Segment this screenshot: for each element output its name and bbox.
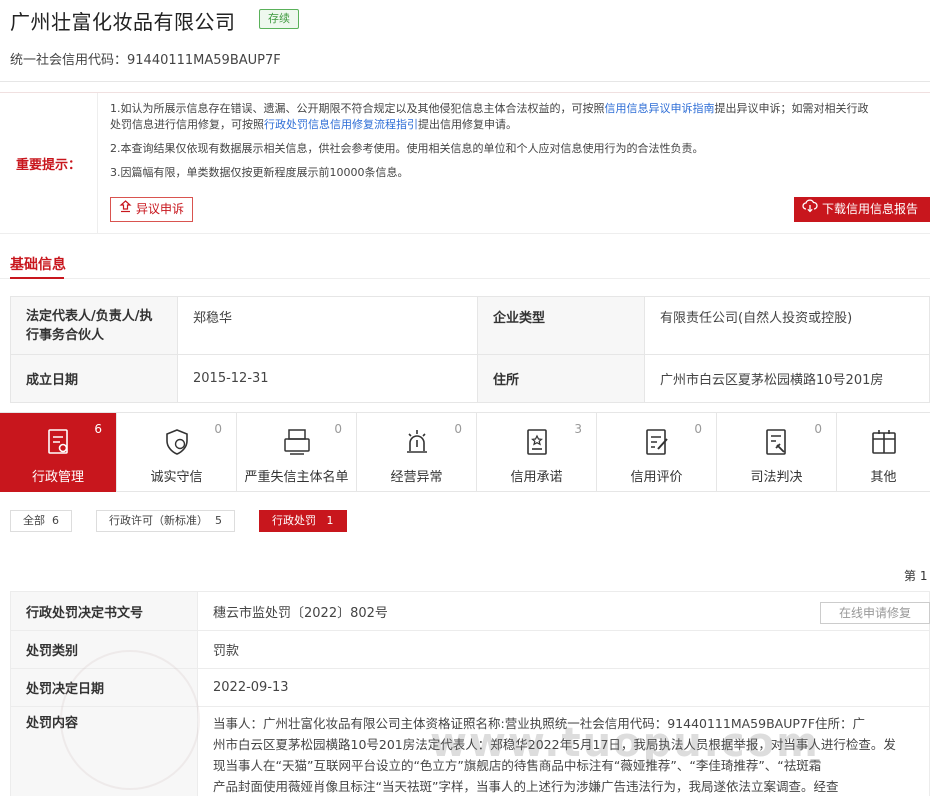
tab-label: 严重失信主体名单	[244, 470, 349, 485]
tab-admin-management[interactable]: 6 行政管理	[0, 413, 117, 492]
download-button-label: 下载信用信息报告	[822, 202, 919, 216]
filter-label: 全部	[23, 514, 45, 527]
tab-credit-commitment[interactable]: 3 信用承诺	[477, 413, 597, 492]
divider	[0, 81, 930, 82]
commitment-icon	[522, 427, 552, 457]
category-label: 处罚类别	[10, 630, 198, 669]
tab-honest[interactable]: 0 诚实守信	[117, 413, 237, 492]
tab-dishonest-list[interactable]: 0 严重失信主体名单	[237, 413, 357, 492]
tab-label: 经营异常	[390, 470, 443, 485]
repair-guide-link[interactable]: 行政处罚信息信用修复流程指引	[264, 118, 418, 131]
tab-label: 司法判决	[750, 470, 803, 485]
status-badge: 存续	[259, 9, 299, 29]
notice-line2: 2.本查询结果仅依现有数据展示相关信息，供社会参考使用。使用相关信息的单位和个人…	[110, 142, 704, 155]
appeal-icon	[119, 198, 132, 221]
shield-trust-icon	[162, 427, 192, 457]
notice-line3: 3.因篇幅有限，单类数据仅按更新程度展示前10000条信息。	[110, 166, 409, 179]
online-repair-button[interactable]: 在线申请修复	[820, 602, 930, 624]
enterprise-type-value: 有限责任公司(自然人投资或控股)	[644, 296, 930, 355]
notice-text: 1.如认为所展示信息存在错误、遗漏、公开期限不符合规定以及其他侵犯信息主体合法权…	[110, 101, 930, 189]
content-value: 当事人：广州壮富化妆品有限公司主体资格证照名称:营业执照统一社会信用代码：914…	[197, 706, 930, 796]
appeal-button[interactable]: 异议申诉	[110, 197, 194, 222]
filter-label: 行政许可（新标准）	[109, 514, 208, 527]
tab-credit-evaluation[interactable]: 0 信用评价	[597, 413, 717, 492]
filter-count: 5	[215, 514, 222, 527]
tab-label: 诚实守信	[150, 470, 203, 485]
filter-all[interactable]: 全部 6	[10, 510, 72, 532]
judgment-icon	[762, 427, 792, 457]
basic-info-table: 法定代表人/负责人/执行事务合伙人 郑稳华 企业类型 有限责任公司(自然人投资或…	[10, 296, 930, 403]
basic-info-title: 基础信息	[10, 257, 66, 273]
address-value: 广州市白云区夏茅松园横路10号201房	[644, 354, 930, 403]
section-underline	[10, 277, 64, 279]
important-notice: 重要提示： 1.如认为所展示信息存在错误、遗漏、公开期限不符合规定以及其他侵犯信…	[0, 92, 930, 234]
company-name: 广州壮富化妆品有限公司	[10, 10, 236, 34]
tab-label: 信用承诺	[510, 470, 563, 485]
legal-rep-label: 法定代表人/负责人/执行事务合伙人	[10, 296, 178, 355]
founded-label: 成立日期	[10, 354, 178, 403]
cloud-download-icon	[802, 197, 818, 222]
tab-count: 0	[814, 422, 822, 436]
tab-judicial-judgment[interactable]: 0 司法判决	[717, 413, 837, 492]
legal-rep-value: 郑稳华	[177, 296, 478, 355]
notice-line1-a: 1.如认为所展示信息存在错误、遗漏、公开期限不符合规定以及其他侵犯信息主体合法权…	[110, 102, 605, 115]
admin-management-icon	[43, 427, 73, 457]
tab-label: 信用评价	[630, 470, 683, 485]
notice-line1-b: 提出异议申诉；如需对相关行政	[714, 102, 869, 115]
tab-abnormal-operation[interactable]: 0 经营异常	[357, 413, 477, 492]
filter-bar: 全部 6 行政许可（新标准） 5 行政处罚 1	[10, 510, 347, 532]
enterprise-type-label: 企业类型	[477, 296, 645, 355]
notice-label: 重要提示：	[0, 93, 98, 233]
company-header: 广州壮富化妆品有限公司 存续 统一社会信用代码：91440111MA59BAUP…	[0, 0, 930, 82]
content-line: 现当事人在“天猫”互联网平台设立的“色立方”旗舰店的待售商品中标注有“薇娅推荐”…	[213, 758, 822, 773]
address-label: 住所	[477, 354, 645, 403]
appeal-guide-link[interactable]: 信用信息异议申诉指南	[605, 102, 715, 115]
filter-admin-penalty[interactable]: 行政处罚 1	[259, 510, 347, 532]
notice-line1-c: 处罚信息进行信用修复，可按照	[110, 118, 264, 131]
filter-count: 1	[326, 514, 334, 527]
tab-count: 0	[694, 422, 702, 436]
content-line: 州市白云区夏茅松园横路10号201房法定代表人：郑稳华2022年5月17日，我局…	[213, 737, 896, 752]
content-line: 产品封面使用薇娅肖像且标注“当天祛斑”字样，当事人的上述行为涉嫌广告违法行为，我…	[213, 779, 839, 794]
other-icon	[869, 427, 899, 457]
decision-date-label: 处罚决定日期	[10, 668, 198, 707]
download-report-button[interactable]: 下载信用信息报告	[794, 197, 930, 222]
credit-code: 统一社会信用代码：91440111MA59BAUP7F	[10, 53, 281, 68]
filter-admin-license[interactable]: 行政许可（新标准） 5	[96, 510, 235, 532]
filter-label: 行政处罚	[272, 514, 316, 527]
tab-label: 行政管理	[31, 470, 84, 485]
penalty-detail-table: 行政处罚决定书文号 穗云市监处罚〔2022〕802号 处罚类别 罚款 处罚决定日…	[10, 591, 930, 796]
tab-count: 0	[454, 422, 462, 436]
dishonest-list-icon	[282, 427, 312, 457]
evaluation-icon	[642, 427, 672, 457]
tab-count: 0	[334, 422, 342, 436]
category-tabs: 6 行政管理 0 诚实守信 0 严重失信主体名单 0 经营异常 3 信用承诺 0	[0, 412, 930, 492]
notice-line1-d: 提出信用修复申请。	[418, 118, 517, 131]
category-value: 罚款	[197, 630, 930, 669]
tab-label: 其他	[870, 470, 897, 485]
decision-no-label: 行政处罚决定书文号	[10, 591, 198, 631]
content-line: 当事人：广州壮富化妆品有限公司主体资格证照名称:营业执照统一社会信用代码：914…	[213, 716, 866, 731]
filter-count: 6	[52, 514, 59, 527]
content-label: 处罚内容	[10, 706, 198, 796]
tab-count: 3	[574, 422, 582, 436]
appeal-button-label: 异议申诉	[136, 202, 185, 216]
section-divider	[0, 278, 930, 279]
tab-count: 0	[214, 422, 222, 436]
decision-date-value: 2022-09-13	[197, 668, 930, 707]
tab-other[interactable]: 其他	[837, 413, 930, 492]
page-number: 第 1	[904, 569, 928, 583]
tab-count: 6	[94, 422, 102, 436]
alarm-light-icon	[402, 427, 432, 457]
founded-value: 2015-12-31	[177, 354, 478, 403]
